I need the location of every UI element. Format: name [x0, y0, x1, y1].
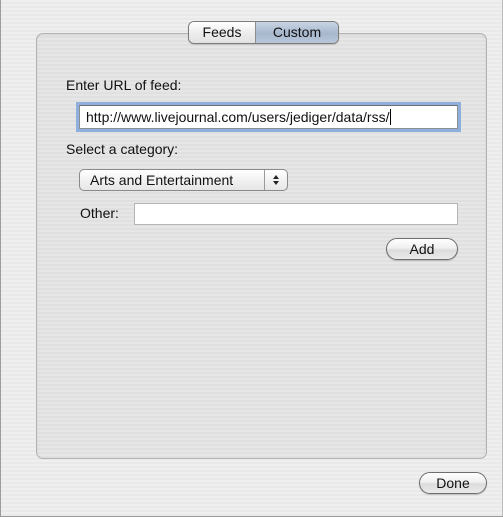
- feed-url-field[interactable]: http://www.livejournal.com/users/jediger…: [79, 105, 458, 129]
- category-label: Select a category:: [66, 141, 179, 157]
- popup-arrows-icon: [264, 170, 287, 190]
- category-popup-value: Arts and Entertainment: [90, 172, 234, 188]
- url-label: Enter URL of feed:: [66, 77, 182, 93]
- text-caret: [390, 109, 392, 125]
- category-popup[interactable]: Arts and Entertainment: [79, 169, 288, 191]
- arrow-down-icon: [273, 181, 279, 185]
- window-left-border: [0, 0, 1, 517]
- other-label: Other:: [80, 205, 119, 221]
- segmented-tab-control: Feeds Custom: [188, 21, 339, 44]
- other-category-field[interactable]: [134, 203, 458, 225]
- tab-custom[interactable]: Custom: [256, 22, 338, 43]
- arrow-up-icon: [273, 175, 279, 179]
- done-button[interactable]: Done: [419, 472, 487, 494]
- add-button[interactable]: Add: [386, 238, 458, 260]
- feed-url-value: http://www.livejournal.com/users/jediger…: [86, 109, 390, 125]
- tab-feeds[interactable]: Feeds: [189, 22, 256, 43]
